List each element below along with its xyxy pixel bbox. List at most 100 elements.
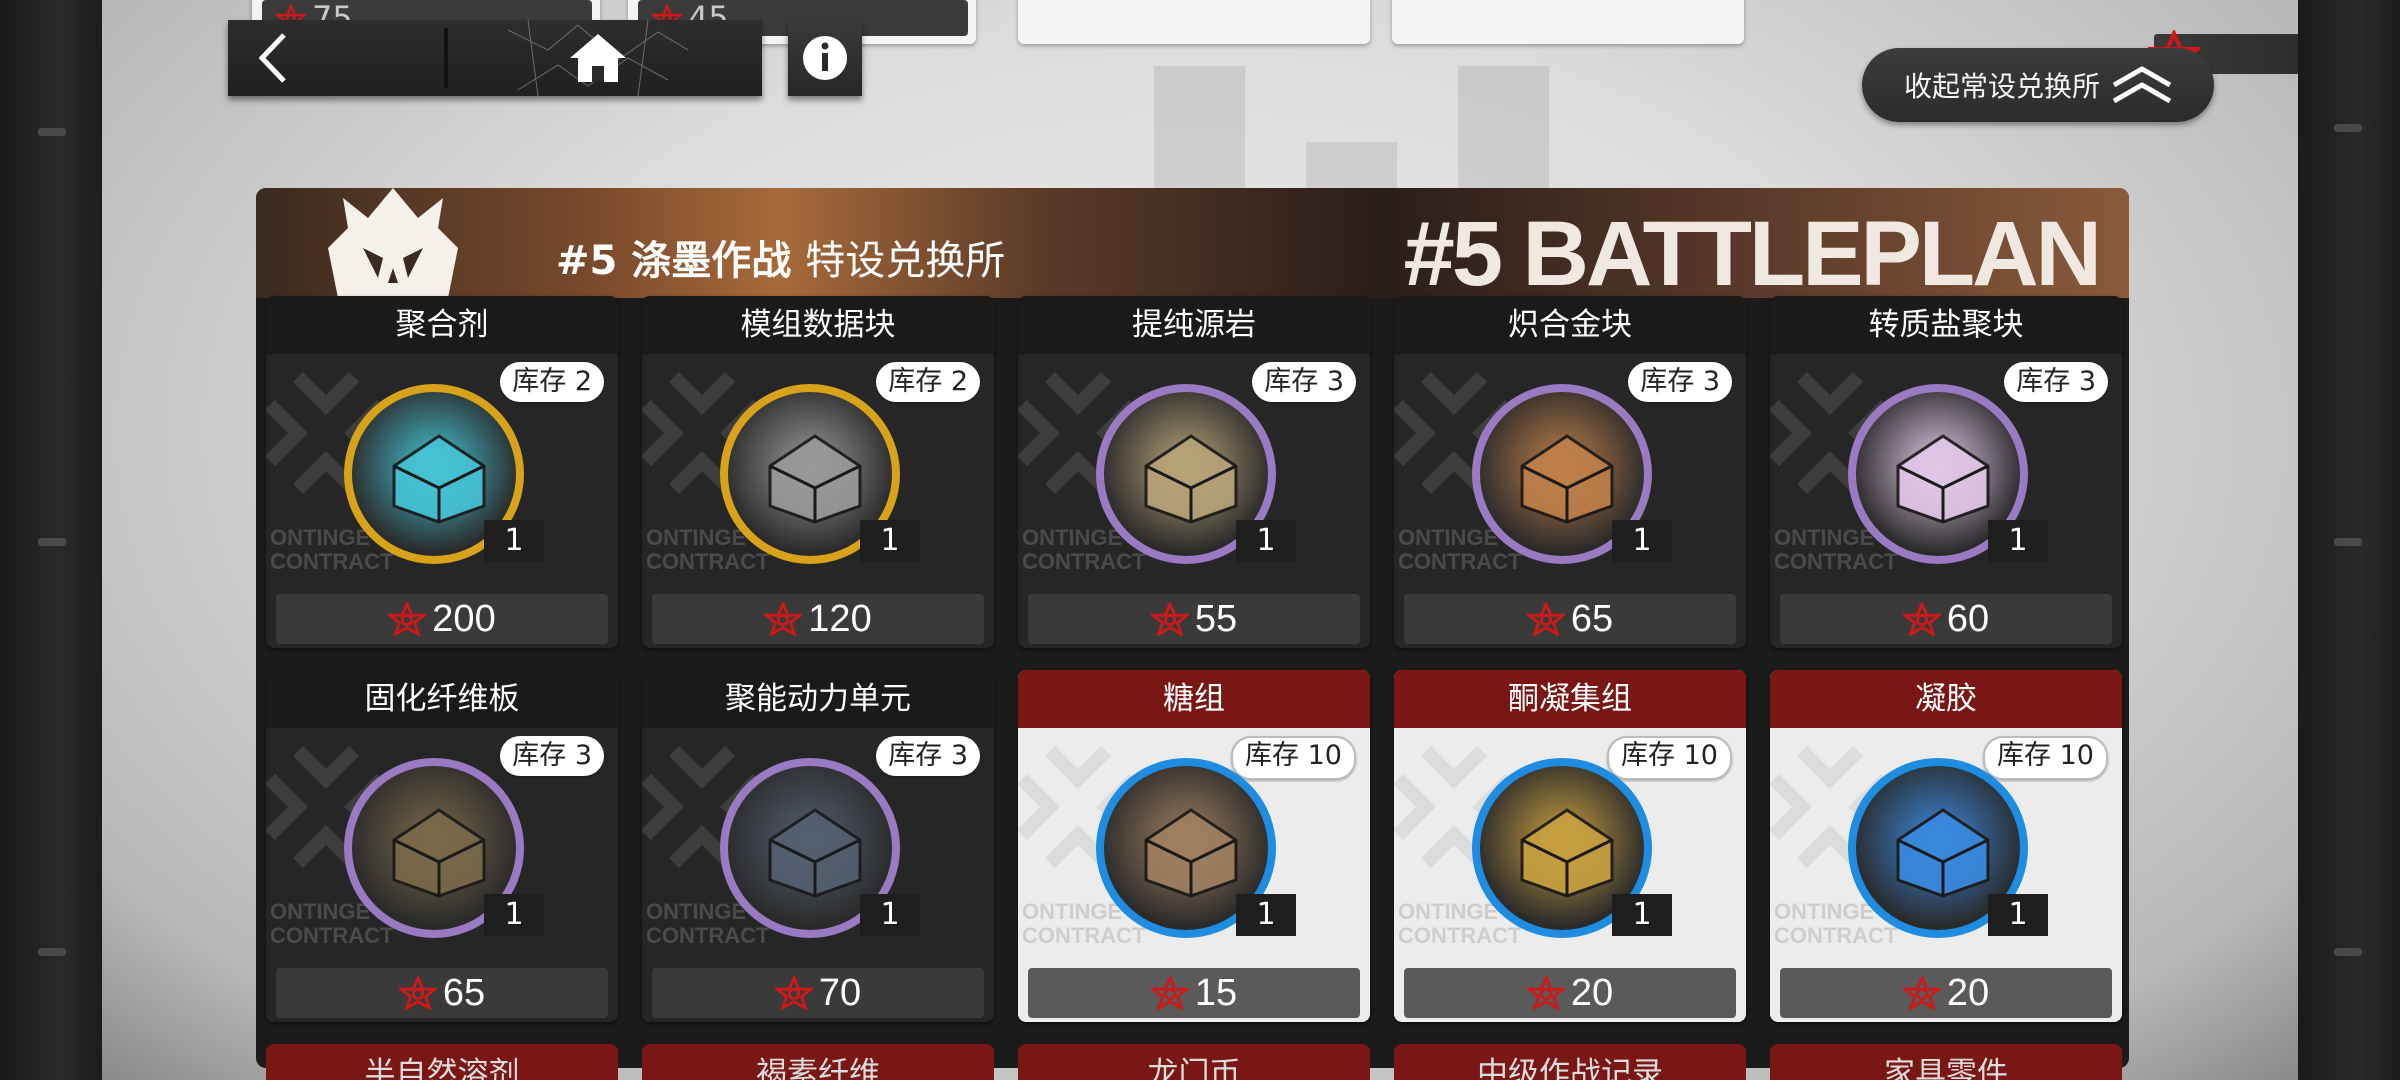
item-price: 55 [1194,597,1238,640]
item-quantity: 1 [484,894,544,936]
item-art-icon [1144,434,1238,524]
item-price: 70 [818,971,862,1014]
price-bar: 65 [1404,594,1736,644]
item-name: 糖组 [1018,670,1370,728]
item-card[interactable]: 凝胶 ONTINGE CONTRACT 库存 10 1 20 [1770,670,2122,1022]
item-quantity: 1 [860,894,920,936]
top-nav-bar [228,20,762,96]
nav-divider [444,28,448,88]
chevron-left-icon [258,33,286,83]
item-price: 200 [432,597,496,640]
shop-title: #5 涤墨作战 特设兑换所 [556,228,1005,286]
shop-screen: 75 45 收起常设兑换所 #5 涤墨作战 特设兑换所 #5 BATTLEPLA… [102,0,2298,1080]
shop-title-sub: 特设兑换所 [805,238,1006,284]
item-name: 凝胶 [1770,670,2122,728]
watermark-line: CONTRACT [1398,549,1522,574]
price-bar: 65 [276,968,608,1018]
item-quantity: 1 [1988,894,2048,936]
item-name: 固化纤维板 [266,670,618,728]
contract-token-icon [1527,976,1565,1010]
item-name: 模组数据块 [642,296,994,354]
item-body: ONTINGE CONTRACT 库存 2 1 [642,354,994,588]
item-quantity: 1 [1236,894,1296,936]
item-card[interactable]: 聚合剂 ONTINGE CONTRACT 库存 2 1 200 [266,296,618,648]
stock-badge: 库存 3 [876,736,980,776]
item-card[interactable]: 提纯源岩 ONTINGE CONTRACT 库存 3 1 55 [1018,296,1370,648]
item-name: 提纯源岩 [1018,296,1370,354]
stock-badge: 库存 10 [1607,736,1732,780]
stock-badge: 库存 10 [1983,736,2108,780]
item-card-partial[interactable]: 家具零件 [1770,1044,2122,1080]
item-card[interactable]: 糖组 ONTINGE CONTRACT 库存 10 1 15 [1018,670,1370,1022]
stock-badge: 库存 3 [1628,362,1732,402]
item-card-partial[interactable]: 龙门币 [1018,1044,1370,1080]
item-art-icon [1896,434,1990,524]
stock-badge: 库存 3 [500,736,604,776]
item-price: 20 [1570,971,1614,1014]
double-chevron-up-icon [2112,66,2172,104]
top-item-card-partial[interactable] [1018,0,1370,44]
device-bezel-left [0,0,102,1080]
item-card[interactable]: 转质盐聚块 ONTINGE CONTRACT 库存 3 1 60 [1770,296,2122,648]
banner-battleplan-text: #5 BATTLEPLAN [1403,203,2102,305]
home-icon [508,20,688,96]
contract-token-icon [1527,602,1565,636]
item-art-icon [1520,808,1614,898]
info-button[interactable] [788,20,862,96]
item-art-icon [1144,808,1238,898]
shop-banner: #5 涤墨作战 特设兑换所 #5 BATTLEPLAN [256,188,2129,305]
item-card[interactable]: 聚能动力单元 ONTINGE CONTRACT 库存 3 1 70 [642,670,994,1022]
collapse-standing-shop-button[interactable]: 收起常设兑换所 [1862,48,2214,122]
item-card[interactable]: 酮凝集组 ONTINGE CONTRACT 库存 10 1 20 [1394,670,1746,1022]
item-quantity: 1 [1236,520,1296,562]
item-card-partial[interactable]: 半自然溶剂 [266,1044,618,1080]
item-name: 半自然溶剂 [364,1056,520,1080]
watermark-line: CONTRACT [646,923,770,948]
item-price: 15 [1194,971,1238,1014]
watermark-line: CONTRACT [1022,549,1146,574]
stock-badge: 库存 2 [876,362,980,402]
item-art-icon [392,434,486,524]
item-price: 60 [1946,597,1990,640]
item-price: 20 [1946,971,1990,1014]
item-quantity: 1 [1612,894,1672,936]
home-button[interactable] [508,20,688,96]
watermark-line: CONTRACT [1022,923,1146,948]
item-card[interactable]: 固化纤维板 ONTINGE CONTRACT 库存 3 1 65 [266,670,618,1022]
item-quantity: 1 [484,520,544,562]
item-body: ONTINGE CONTRACT 库存 2 1 [266,354,618,588]
item-art-icon [1520,434,1614,524]
item-card-partial[interactable]: 褐素纤维 [642,1044,994,1080]
bezel-mark [38,538,66,546]
item-card[interactable]: 炽合金块 ONTINGE CONTRACT 库存 3 1 65 [1394,296,1746,648]
contract-token-icon [764,602,802,636]
contract-token-icon [1151,976,1189,1010]
item-name: 炽合金块 [1394,296,1746,354]
item-body: ONTINGE CONTRACT 库存 10 1 [1394,728,1746,962]
device-bezel-right [2298,0,2400,1080]
top-item-card-partial[interactable] [1392,0,1744,44]
item-name: 褐素纤维 [756,1056,880,1080]
bezel-mark [38,128,66,136]
price-bar: 60 [1780,594,2112,644]
watermark-line: CONTRACT [270,923,394,948]
item-body: ONTINGE CONTRACT 库存 3 1 [266,728,618,962]
item-name: 龙门币 [1147,1056,1241,1080]
item-card-partial[interactable]: 中级作战记录 [1394,1044,1746,1080]
contract-token-icon [1151,602,1189,636]
bezel-mark [38,948,66,956]
bezel-mark [2334,124,2362,132]
stock-badge: 库存 10 [1231,736,1356,780]
price-bar: 120 [652,594,984,644]
battleplan-emblem-icon [328,188,458,298]
item-name: 中级作战记录 [1477,1056,1663,1080]
item-quantity: 1 [1612,520,1672,562]
item-name: 聚能动力单元 [642,670,994,728]
price-bar: 200 [276,594,608,644]
price-bar: 20 [1780,968,2112,1018]
item-card[interactable]: 模组数据块 ONTINGE CONTRACT 库存 2 1 120 [642,296,994,648]
back-button[interactable] [228,20,318,96]
contract-token-icon [1903,602,1941,636]
item-name: 转质盐聚块 [1770,296,2122,354]
watermark-line: CONTRACT [1774,549,1898,574]
